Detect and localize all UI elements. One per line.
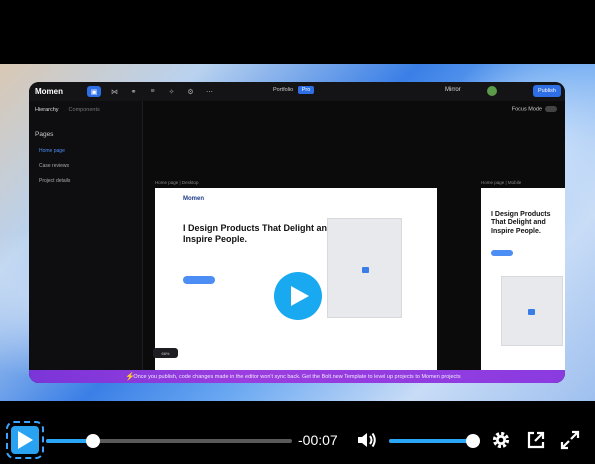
editor-sidebar: Hierarchy Components Pages Home page Cas… [29, 101, 143, 383]
mobile-image-placeholder [501, 276, 563, 346]
mobile-cta [491, 250, 513, 256]
popout-icon[interactable] [526, 430, 546, 450]
image-icon [362, 267, 369, 273]
volume-handle[interactable] [466, 434, 480, 448]
mobile-frame: I Design Products That Delight and Inspi… [481, 188, 565, 372]
seek-bar[interactable] [46, 434, 292, 448]
page-item-case-reviews: Case reviews [39, 163, 70, 169]
sidebar-tabs: Hierarchy Components [29, 101, 142, 119]
volume-icon[interactable] [357, 431, 377, 449]
volume-level [389, 439, 473, 443]
publish-button: Publish [532, 85, 561, 97]
avatar [487, 86, 497, 96]
desktop-cta [183, 276, 215, 284]
seek-handle[interactable] [85, 434, 100, 448]
layout-icon: ▣ [87, 86, 101, 97]
layers-icon: ≡ [150, 88, 155, 95]
bolt-icon: ⚡ [125, 372, 135, 381]
editor-topbar: Momen ▣ ⋈ ⚭ ≡ ✧ ⚙ ⋯ Portfolio Pro Mirror… [29, 82, 565, 101]
settings-icon: ⚙ [187, 88, 194, 96]
fullscreen-icon[interactable] [560, 430, 580, 450]
toggle-switch [545, 106, 557, 112]
project-breadcrumb: Portfolio Pro [273, 86, 315, 94]
more-icon: ⋯ [206, 88, 213, 96]
project-name: Portfolio [273, 87, 294, 93]
promo-banner: ⚡ Once you publish, code changes made in… [29, 370, 565, 383]
player-controls: -00:07 [0, 401, 595, 464]
banner-text: Once you publish, code changes made in t… [133, 373, 461, 380]
app-logo: Momen [35, 87, 63, 96]
time-remaining: -00:07 [298, 432, 338, 448]
image-icon [528, 309, 535, 315]
desktop-frame-label: Home page | Desktop [155, 180, 199, 185]
pages-title: Pages [35, 131, 54, 138]
center-play-button[interactable] [274, 272, 322, 320]
zoom-level: 66% [153, 348, 178, 358]
focus-mode-toggle: Focus Mode [512, 106, 557, 112]
link-icon: ⚭ [130, 88, 137, 96]
page-item-project-details: Project details [39, 178, 71, 184]
mobile-headline: I Design Products That Delight and Inspi… [491, 211, 551, 235]
volume-slider[interactable] [389, 434, 480, 448]
focus-mode-label: Focus Mode [511, 106, 542, 113]
tab-components: Components [68, 107, 100, 113]
play-button-face [11, 426, 39, 454]
plan-badge: Pro [297, 86, 315, 94]
play-button[interactable] [6, 421, 44, 459]
video-frame[interactable]: Momen ▣ ⋈ ⚭ ≡ ✧ ⚙ ⋯ Portfolio Pro Mirror… [0, 64, 595, 401]
editor-screenshot: Momen ▣ ⋈ ⚭ ≡ ✧ ⚙ ⋯ Portfolio Pro Mirror… [29, 82, 565, 383]
page-item-home: Home page [39, 148, 65, 154]
ai-icon: ✧ [168, 88, 175, 96]
editor-canvas: Focus Mode Home page | Desktop Home page… [144, 101, 565, 383]
desktop-image-placeholder [327, 218, 402, 318]
settings-gear-icon[interactable] [491, 430, 511, 450]
share-icon: ⋈ [111, 88, 118, 96]
desktop-logo: Momen [183, 196, 204, 202]
mirror-label: Mirror [445, 87, 461, 93]
mobile-frame-label: Home page | Mobile [481, 180, 522, 185]
tab-hierarchy: Hierarchy [35, 107, 59, 113]
play-icon [291, 286, 309, 306]
play-icon [18, 431, 33, 449]
